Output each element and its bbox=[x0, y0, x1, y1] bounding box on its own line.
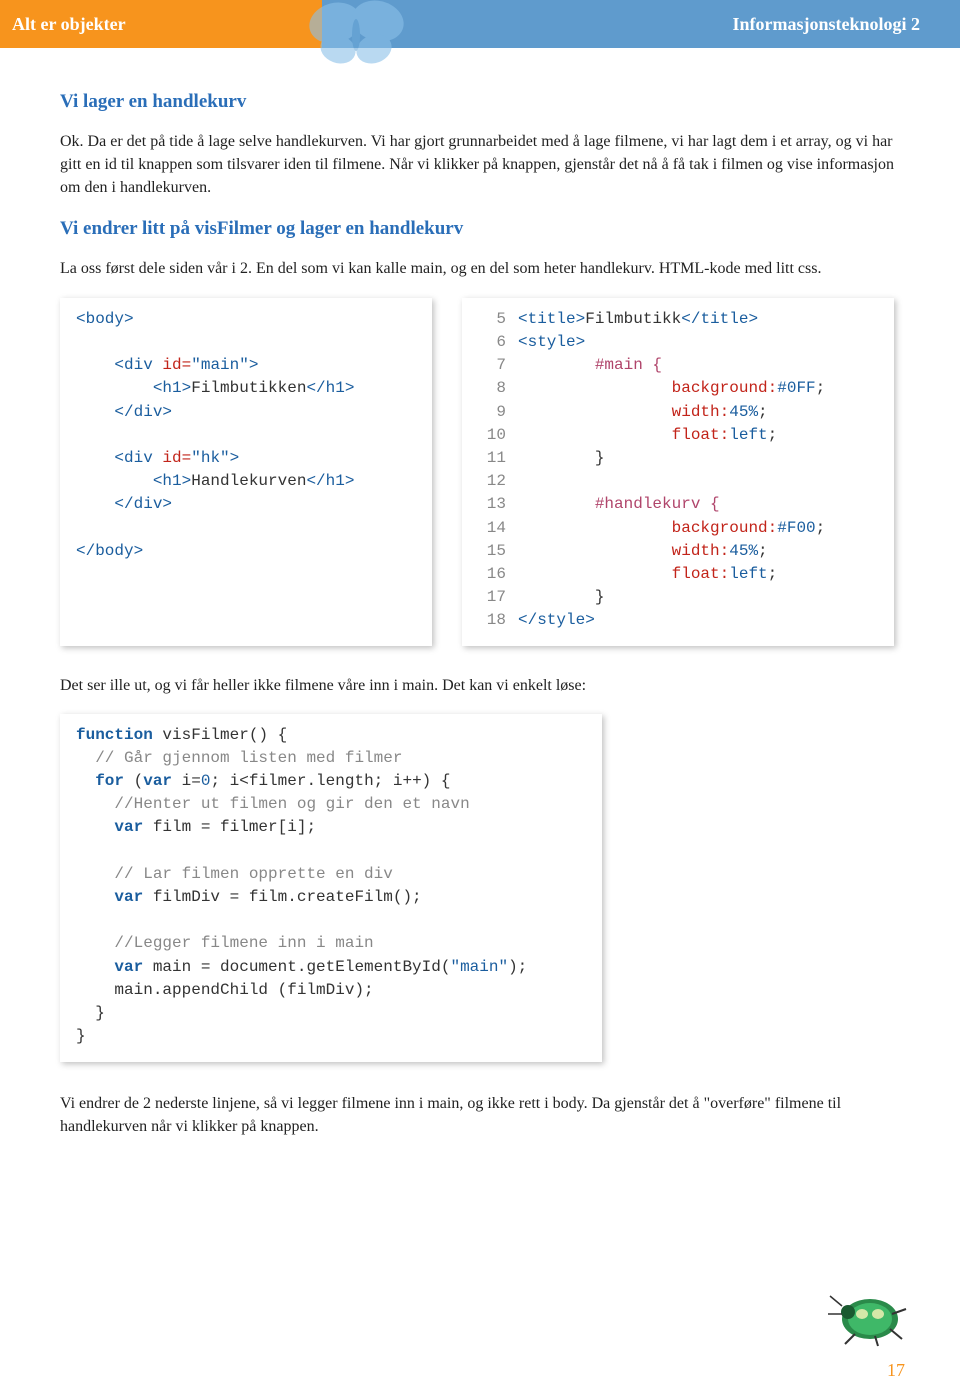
butterfly-icon bbox=[290, 0, 430, 75]
code-js-visfilmer: function visFilmer() { // Går gjennom li… bbox=[60, 714, 602, 1063]
page-content: Vi lager en handlekurv Ok. Da er det på … bbox=[0, 48, 960, 1175]
code-html-body: <body> <div id="main"> <h1>Filmbutikken<… bbox=[60, 298, 432, 647]
paragraph-2: La oss først dele siden vår i 2. En del … bbox=[60, 257, 900, 280]
header-left-title: Alt er objekter bbox=[12, 14, 126, 35]
code-row-1: <body> <div id="main"> <h1>Filmbutikken<… bbox=[60, 298, 900, 647]
header-right-title: Informasjonsteknologi 2 bbox=[732, 14, 920, 35]
code-css-style: 5<title>Filmbutikk</title> 6<style> 7 #m… bbox=[462, 298, 894, 647]
paragraph-3: Det ser ille ut, og vi får heller ikke f… bbox=[60, 674, 900, 697]
section-heading-1: Vi lager en handlekurv bbox=[60, 88, 900, 116]
page-header: Alt er objekter Informasjonsteknologi 2 bbox=[0, 0, 960, 48]
header-left: Alt er objekter bbox=[0, 0, 322, 48]
paragraph-1: Ok. Da er det på tide å lage selve handl… bbox=[60, 130, 900, 200]
page-number: 17 bbox=[887, 1360, 905, 1381]
paragraph-4: Vi endrer de 2 nederste linjene, så vi l… bbox=[60, 1092, 900, 1138]
section-heading-2: Vi endrer litt på visFilmer og lager en … bbox=[60, 215, 900, 243]
beetle-icon bbox=[820, 1284, 915, 1349]
